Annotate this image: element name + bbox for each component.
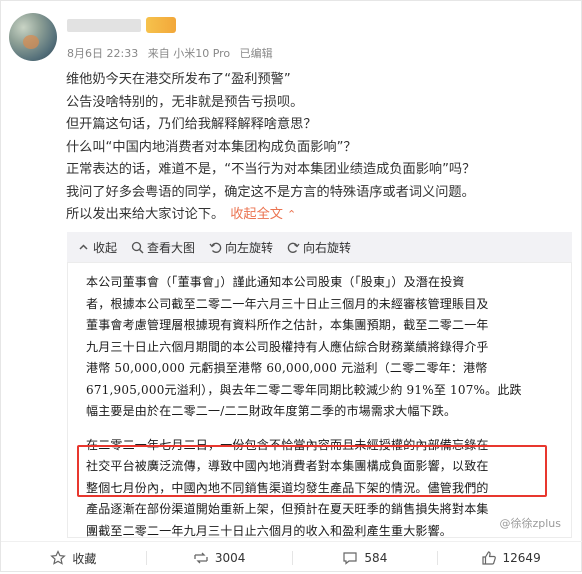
post-line: 维他奶今天在港交所发布了“盈利预警” — [66, 72, 291, 87]
comment-count: 584 — [364, 551, 388, 565]
tool-label: 向左旋转 — [225, 240, 274, 255]
comment-button[interactable]: 584 — [293, 550, 438, 566]
like-button[interactable]: 12649 — [438, 550, 582, 566]
red-highlight-box — [77, 445, 547, 497]
post-text: 维他奶今天在港交所发布了“盈利预警” 公告没啥特别的，无非就是预告亏损呗。 但开… — [66, 69, 571, 227]
doc-line: 九月三十日止六個月期間的本公司股權持有人應佔綜合財務業績將錄得介乎 — [86, 339, 489, 354]
avatar[interactable] — [9, 13, 57, 61]
repost-count: 3004 — [214, 551, 246, 565]
repost-icon — [194, 552, 208, 564]
post-meta: 8月6日 22:33 来自 小米10 Pro 已编辑 — [67, 45, 273, 61]
post-source: 来自 小米10 Pro — [147, 47, 231, 60]
doc-line: 團截至二零二一年九月三十日止六個月的收入和盈利產生重大影響。 — [86, 523, 453, 538]
like-icon — [481, 551, 496, 565]
image-toolbar: 收起 查看大图 向左旋转 向右旋转 — [67, 232, 351, 262]
doc-line: 港幣 50,000,000 元虧損至港幣 60,000,000 元溢利（二零二零… — [86, 361, 488, 375]
announcement-text: 本公司董事會（「董事會」）謹此通知本公司股東（「股東」）及潛在投資 者，根據本公… — [86, 272, 548, 542]
post-line-last: 所以发出来给大家讨论下。 收起全文 ⌃ — [66, 204, 571, 227]
post-line: 正常表达的话，难道不是，“不当行为对本集团业绩造成负面影响”吗？ — [66, 162, 476, 177]
chevron-up-icon[interactable]: ⌃ — [287, 208, 296, 221]
repost-button[interactable]: 3004 — [147, 550, 292, 566]
collapse-text-link[interactable]: 收起全文 — [230, 207, 283, 222]
doc-line: 671,905,000元溢利），與去年二零二零年同期比較減少約 91%至 107… — [86, 382, 522, 397]
collapse-image-button[interactable]: 收起 — [77, 239, 117, 256]
post-line: 但开篇这句话，乃们给我解释解释啥意思？ — [66, 117, 317, 132]
watermark: @徐徐zplus — [499, 517, 561, 530]
action-bar: 收藏 3004 584 12649 — [1, 541, 582, 574]
edited-label[interactable]: 已编辑 — [240, 47, 273, 60]
tool-label: 查看大图 — [147, 240, 196, 255]
favorite-button[interactable]: 收藏 — [1, 550, 146, 567]
document-image[interactable]: 本公司董事會（「董事會」）謹此通知本公司股東（「股東」）及潛在投資 者，根據本公… — [67, 262, 572, 538]
rotate-left-icon — [209, 242, 222, 253]
star-icon — [50, 550, 67, 565]
tool-label: 向右旋转 — [303, 240, 352, 255]
doc-line: 幅主要是由於在二零二一/二二財政年度第二季的市場需求大幅下跌。 — [86, 404, 457, 418]
like-count: 12649 — [502, 551, 541, 565]
post-date[interactable]: 8月6日 22:33 — [67, 47, 138, 60]
post-line: 我问了好多会粤语的同学，确定这不是方言的特殊语序或者词义问题。 — [66, 184, 475, 200]
rotate-right-icon — [287, 242, 300, 253]
post-line: 公告没啥特别的，无非就是预告亏损呗。 — [66, 94, 304, 110]
doc-line: 董事會考慮管理層根據現有資料所作之估計，本集團預期，截至二零二一年 — [86, 318, 489, 332]
username-redacted[interactable] — [67, 19, 141, 32]
vip-badge — [146, 17, 176, 33]
doc-line: 產品逐漸在部份渠道開始重新上架，但預計在夏天旺季的銷售損失將對本集 — [86, 502, 489, 516]
comment-icon — [343, 552, 358, 565]
tool-label: 收起 — [93, 240, 118, 255]
view-large-image-button[interactable]: 查看大图 — [131, 239, 195, 256]
action-label: 收藏 — [72, 551, 97, 566]
weibo-post-card: 8月6日 22:33 来自 小米10 Pro 已编辑 维他奶今天在港交所发布了“… — [0, 0, 582, 572]
zoom-icon — [131, 241, 144, 254]
doc-line: 者，根據本公司截至二零二一年六月三十日止三個月的未經審核管理賬目及 — [86, 296, 489, 311]
rotate-left-button[interactable]: 向左旋转 — [209, 239, 273, 256]
doc-line: 本公司董事會（「董事會」）謹此通知本公司股東（「股東」）及潛在投資 — [86, 275, 465, 289]
rotate-right-button[interactable]: 向右旋转 — [287, 239, 351, 256]
collapse-icon — [79, 243, 88, 250]
post-line: 所以发出来给大家讨论下。 — [66, 207, 225, 222]
post-line: 什么叫“中国内地消费者对本集团构成负面影响”？ — [66, 139, 357, 155]
image-viewer: 收起 查看大图 向左旋转 向右旋转 本公司董事會（「董事會」）謹此通知本公司股東… — [67, 232, 572, 538]
